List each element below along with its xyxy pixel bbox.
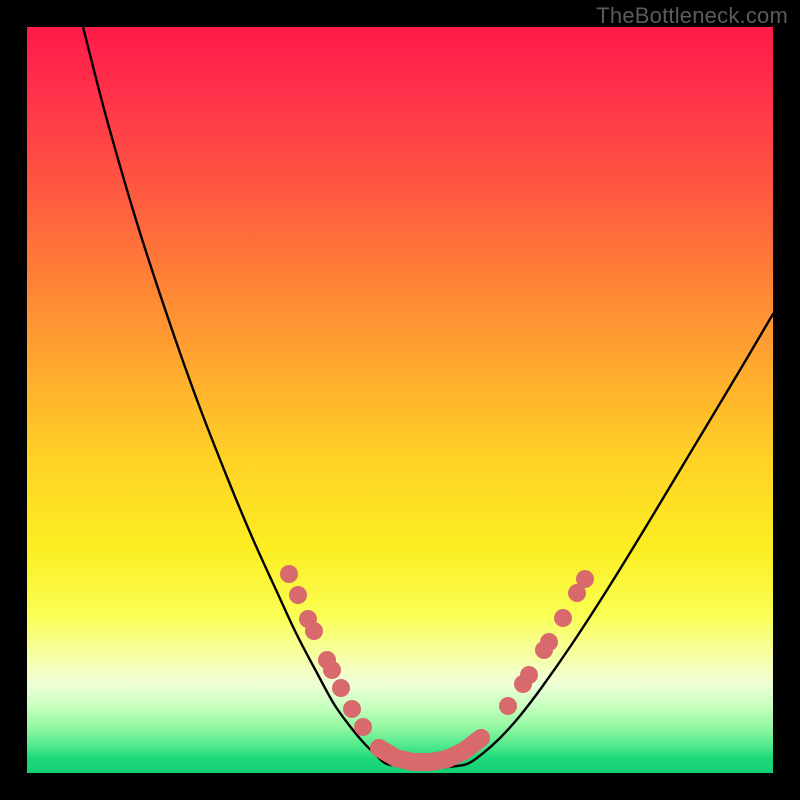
data-dot [438,750,456,768]
curve-group [83,27,773,768]
data-dot [576,570,594,588]
data-dot [540,633,558,651]
data-dot [280,565,298,583]
data-dot [421,753,439,771]
data-dot [520,666,538,684]
data-dot [289,586,307,604]
data-dot [305,622,323,640]
data-dot [370,739,388,757]
data-dot [554,609,572,627]
data-dot [472,729,490,747]
data-dot [323,661,341,679]
data-dot [499,697,517,715]
plot-area [27,27,773,773]
chart-svg [27,27,773,773]
data-dot [343,700,361,718]
data-dots [280,565,594,771]
outer-frame: TheBottleneck.com [0,0,800,800]
data-dot [332,679,350,697]
data-dot [387,749,405,767]
bottleneck-curve [83,27,773,768]
data-dot [455,742,473,760]
data-dot [354,718,372,736]
data-dot [404,753,422,771]
watermark-text: TheBottleneck.com [596,3,788,29]
